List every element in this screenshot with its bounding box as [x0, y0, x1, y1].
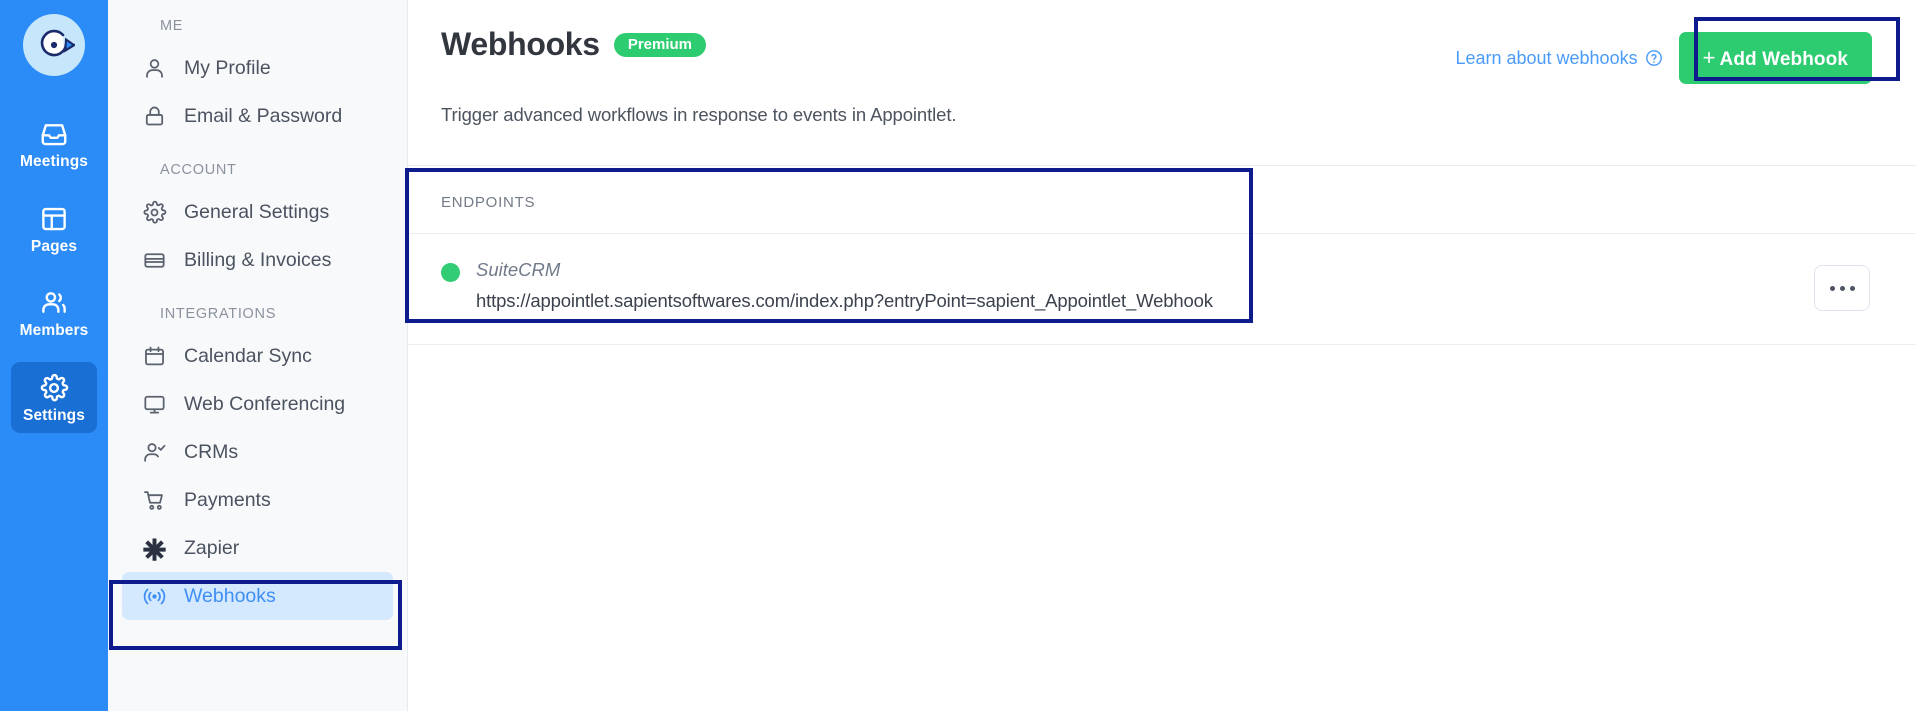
sidebar-group-title-me: ME	[160, 18, 184, 34]
calendar-icon	[142, 344, 167, 369]
appointlet-logo[interactable]	[23, 14, 85, 76]
header-actions: Learn about webhooks + Add Webhook	[1455, 26, 1872, 84]
ellipsis-icon-dot	[1829, 285, 1835, 291]
sidebar-item-payments[interactable]: Payments	[122, 476, 393, 524]
sidebar-item-calendar-sync[interactable]: Calendar Sync	[122, 332, 393, 380]
sidebar-item-label: CRMs	[184, 440, 239, 463]
page-title-row: Webhooks Premium	[441, 26, 707, 63]
rail-label-pages: Pages	[30, 237, 78, 255]
sidebar-item-label: Billing & Invoices	[184, 248, 332, 271]
add-webhook-label: Add Webhook	[1719, 49, 1848, 70]
ellipsis-icon-dot	[1839, 285, 1845, 291]
lock-icon	[142, 104, 167, 129]
sidebar-item-label: Calendar Sync	[184, 344, 312, 367]
rail-item-pages[interactable]: Pages	[11, 193, 97, 265]
endpoints-section-label: ENDPOINTS	[408, 166, 1916, 234]
rail-label-settings: Settings	[23, 406, 85, 424]
sidebar-item-label: Webhooks	[184, 584, 276, 607]
sidebar-item-general-settings[interactable]: General Settings	[122, 188, 393, 236]
rail-item-members[interactable]: Members	[11, 277, 97, 349]
asterisk-icon	[142, 536, 167, 561]
premium-badge: Premium	[613, 32, 707, 57]
gear-icon	[39, 373, 69, 403]
sidebar-item-webhooks[interactable]: Webhooks	[122, 572, 393, 620]
sidebar-group-integrations: INTEGRATIONS Calendar Sync Web Conferenc…	[108, 306, 407, 620]
main-content: Webhooks Premium Learn about webhooks + …	[408, 0, 1916, 711]
rail-item-meetings[interactable]: Meetings	[11, 108, 97, 180]
rail-item-settings[interactable]: Settings	[11, 361, 97, 433]
sidebar-item-label: Zapier	[184, 536, 240, 559]
page-title: Webhooks	[441, 26, 600, 62]
sidebar-item-crms[interactable]: CRMs	[122, 428, 393, 476]
sidebar-item-label: Email & Password	[184, 104, 343, 127]
endpoints-card: ENDPOINTS SuiteCRM https://appointlet.sa…	[408, 165, 1916, 346]
rail-label-meetings: Meetings	[20, 153, 88, 170]
learn-link-label: Learn about webhooks	[1455, 47, 1638, 68]
cart-icon	[142, 488, 167, 513]
sidebar-item-zapier[interactable]: Zapier	[122, 524, 393, 572]
sidebar-item-email-password[interactable]: Email & Password	[122, 92, 393, 140]
broadcast-icon	[142, 584, 167, 609]
members-icon	[39, 288, 69, 318]
monitor-icon	[142, 392, 167, 417]
layout-icon	[39, 204, 69, 234]
endpoint-url: https://appointlet.sapientsoftwares.com/…	[476, 289, 1213, 311]
app-root: Meetings Pages Members Settings ME My Pr…	[0, 0, 1916, 711]
primary-nav-rail: Meetings Pages Members Settings	[0, 0, 108, 711]
settings-sidebar: ME My Profile Email & Password ACCOUNT G…	[108, 0, 408, 711]
endpoint-row[interactable]: SuiteCRM https://appointlet.sapientsoftw…	[408, 234, 1916, 346]
status-dot	[441, 263, 460, 282]
endpoint-menu-button[interactable]	[1814, 265, 1870, 312]
plus-icon: +	[1702, 45, 1716, 70]
ellipsis-icon-dot	[1849, 285, 1855, 291]
endpoint-name: SuiteCRM	[476, 259, 561, 280]
sidebar-item-billing-invoices[interactable]: Billing & Invoices	[122, 236, 393, 284]
question-circle-icon	[1645, 49, 1663, 67]
sidebar-group-title-account: ACCOUNT	[160, 162, 237, 178]
rail-label-members: Members	[19, 322, 89, 339]
gear-icon	[142, 200, 167, 225]
endpoint-info: SuiteCRM https://appointlet.sapientsoftw…	[441, 258, 1213, 318]
sidebar-group-title-integrations: INTEGRATIONS	[160, 306, 277, 322]
person-check-icon	[142, 440, 167, 465]
sidebar-item-my-profile[interactable]: My Profile	[122, 44, 393, 92]
page-subtitle: Trigger advanced workflows in response t…	[441, 104, 957, 125]
person-icon	[142, 56, 167, 81]
sidebar-item-label: Payments	[184, 488, 271, 511]
credit-card-icon	[142, 248, 167, 273]
sidebar-item-label: Web Conferencing	[184, 392, 346, 415]
add-webhook-button[interactable]: + Add Webhook	[1678, 32, 1872, 84]
sidebar-group-me: ME My Profile Email & Password	[108, 18, 407, 140]
appointlet-logo-mark	[40, 29, 75, 57]
endpoint-text: SuiteCRM https://appointlet.sapientsoftw…	[476, 258, 1213, 318]
learn-about-webhooks-link[interactable]: Learn about webhooks	[1455, 48, 1662, 69]
inbox-icon	[39, 119, 69, 149]
sidebar-item-label: My Profile	[184, 56, 271, 79]
sidebar-group-account: ACCOUNT General Settings Billing & Invoi…	[108, 162, 407, 284]
sidebar-item-label: General Settings	[184, 200, 330, 223]
page-header: Webhooks Premium Learn about webhooks + …	[408, 0, 1916, 84]
sidebar-item-web-conferencing[interactable]: Web Conferencing	[122, 380, 393, 428]
